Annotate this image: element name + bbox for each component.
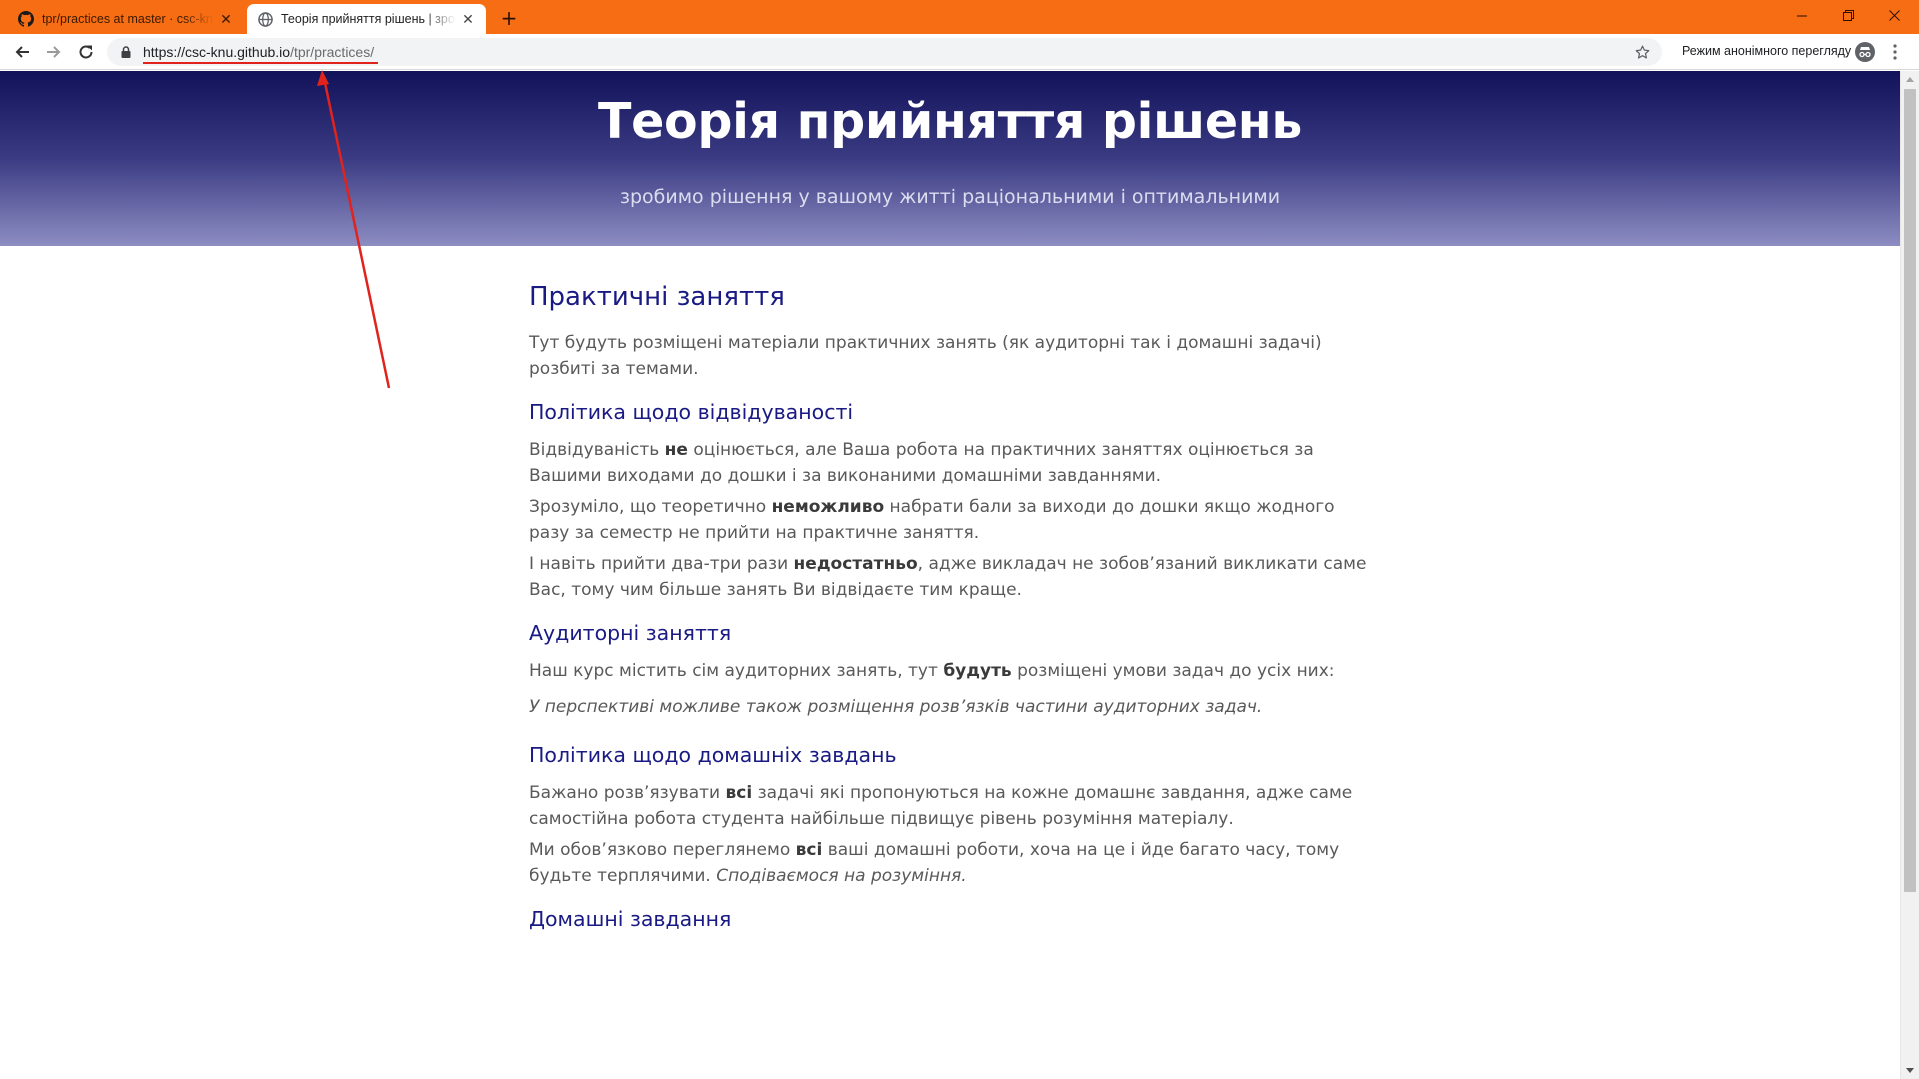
close-icon[interactable]: ✕	[218, 11, 234, 27]
lock-icon[interactable]	[119, 45, 133, 59]
text-span: розміщені умови задач до усіх них:	[1011, 661, 1335, 681]
site-tagline: зробимо рішення у вашому житті раціональ…	[619, 186, 1281, 208]
attendance-paragraph-3: І навіть прийти два-три рази недостатньо…	[529, 551, 1369, 603]
text-span: Відвідуваність	[529, 440, 665, 460]
tab-github[interactable]: tpr/practices at master · csc-knu/tpr ✕	[8, 4, 244, 34]
page-title: Практичні заняття	[529, 282, 785, 312]
tab-title: Теорія прийняття рішень | зробимо рішенн…	[281, 12, 456, 26]
restore-icon[interactable]	[1825, 0, 1871, 30]
page-viewport: Теорія прийняття рішень зробимо рішення …	[0, 71, 1900, 1079]
incognito-icon[interactable]	[1855, 42, 1875, 62]
browser-toolbar: https://csc-knu.github.io/tpr/practices/…	[0, 34, 1919, 70]
kebab-menu-icon[interactable]	[1888, 42, 1902, 62]
scroll-down-arrow-icon[interactable]	[1901, 1062, 1919, 1079]
tab-strip: tpr/practices at master · csc-knu/tpr ✕ …	[0, 0, 1919, 34]
classroom-paragraph-1: Наш курс містить сім аудиторних занять, …	[529, 658, 1369, 684]
scrollbar-thumb[interactable]	[1904, 89, 1916, 892]
minimize-icon[interactable]	[1779, 0, 1825, 30]
bookmark-star-icon[interactable]	[1634, 44, 1650, 60]
incognito-label[interactable]: Режим анонімного перегляду	[1682, 44, 1851, 58]
vertical-scrollbar[interactable]	[1900, 71, 1919, 1079]
emphasis-text: будуть	[943, 661, 1012, 681]
text-span: Бажано розв’язувати	[529, 783, 726, 803]
attendance-paragraph-2: Зрозуміло, що теоретично неможливо набра…	[529, 494, 1369, 546]
section-heading-homework: Домашні завдання	[529, 907, 732, 931]
window-close-icon[interactable]	[1871, 0, 1917, 30]
text-span: Наш курс містить сім аудиторних занять, …	[529, 661, 944, 681]
address-bar[interactable]: https://csc-knu.github.io/tpr/practices/	[107, 38, 1662, 66]
emphasis-text: не	[664, 440, 688, 460]
url-text[interactable]: https://csc-knu.github.io/tpr/practices/	[143, 44, 379, 64]
annotation-underline	[143, 62, 379, 64]
site-title[interactable]: Теорія прийняття рішень	[0, 93, 1900, 150]
back-arrow-icon[interactable]	[8, 39, 36, 65]
globe-icon	[257, 11, 273, 27]
homework-policy-paragraph-2: Ми обов’язково переглянемо всі ваші дома…	[529, 837, 1369, 889]
forward-arrow-icon[interactable]	[40, 39, 68, 65]
new-tab-button[interactable]: +	[496, 7, 522, 31]
attendance-paragraph-1: Відвідуваність не оцінюється, але Ваша р…	[529, 437, 1369, 489]
italic-text: У перспективі можливе також розміщення р…	[529, 697, 1263, 717]
text-span: І навіть прийти два-три рази	[529, 554, 794, 574]
text-span: Зрозуміло, що теоретично	[529, 497, 772, 517]
section-heading-homework-policy: Політика щодо домашніх завдань	[529, 743, 897, 767]
close-icon[interactable]: ✕	[460, 11, 476, 27]
github-icon	[18, 11, 34, 27]
emphasis-text: всі	[725, 783, 753, 803]
url-host: https://csc-knu.github.io	[143, 44, 291, 60]
scroll-up-arrow-icon[interactable]	[1901, 71, 1919, 88]
intro-paragraph: Тут будуть розміщені матеріали практични…	[529, 333, 1322, 379]
classroom-paragraph-2: У перспективі можливе також розміщення р…	[529, 694, 1369, 720]
emphasis-text: недостатньо	[793, 554, 918, 574]
url-path: /tpr/practices/	[290, 44, 375, 60]
homework-policy-paragraph-1: Бажано розв’язувати всі задачі які пропо…	[529, 780, 1369, 832]
reload-icon[interactable]	[72, 39, 100, 65]
tab-title: tpr/practices at master · csc-knu/tpr	[42, 12, 214, 26]
section-heading-classroom: Аудиторні заняття	[529, 621, 732, 645]
tab-course-site[interactable]: Теорія прийняття рішень | зробимо рішенн…	[247, 4, 486, 34]
emphasis-text: неможливо	[771, 497, 885, 517]
site-header: Теорія прийняття рішень зробимо рішення …	[0, 71, 1900, 246]
emphasis-text: всі	[795, 840, 823, 860]
italic-text: Сподіваємося на розуміння.	[716, 866, 967, 886]
text-span: Ми обов’язково переглянемо	[529, 840, 796, 860]
section-heading-attendance: Політика щодо відвідуваності	[529, 400, 854, 424]
